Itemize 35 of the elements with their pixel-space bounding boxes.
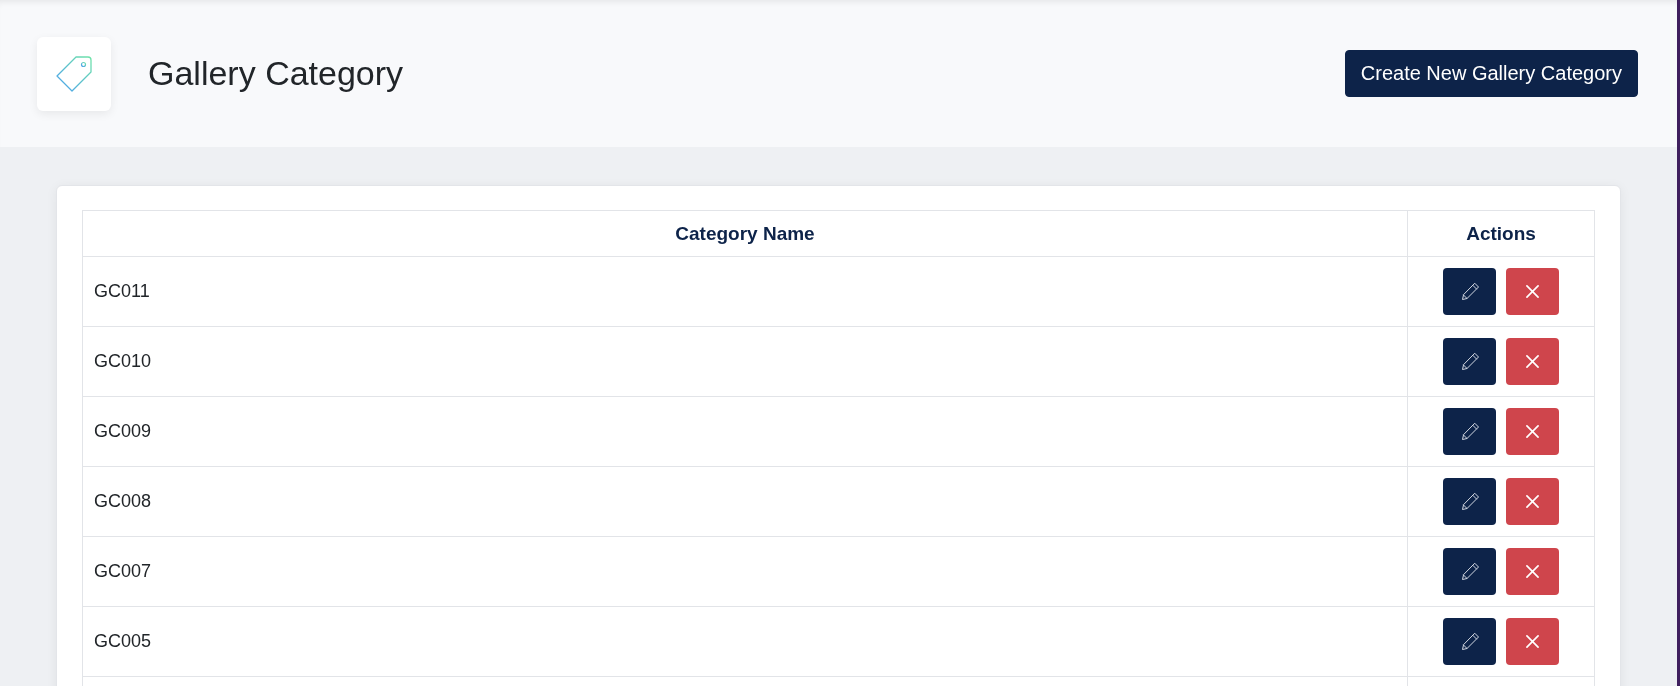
edit-button[interactable] <box>1443 268 1496 315</box>
table-cell: GC008 <box>82 466 1408 537</box>
delete-button[interactable] <box>1506 478 1559 525</box>
pencil-icon <box>1459 491 1480 512</box>
edit-button[interactable] <box>1443 478 1496 525</box>
pencil-icon <box>1459 631 1480 652</box>
column-header: Category Name <box>82 210 1408 257</box>
create-button[interactable]: Create New Gallery Category <box>1344 50 1638 97</box>
cross-icon <box>1526 565 1539 578</box>
page-title: Gallery Category <box>148 54 405 93</box>
edit-button[interactable] <box>1443 338 1496 385</box>
delete-button[interactable] <box>1506 408 1559 455</box>
pencil-icon <box>1459 281 1480 302</box>
pencil-icon <box>1459 561 1480 582</box>
cross-icon <box>1526 285 1539 298</box>
table-cell: GC005 <box>82 606 1408 677</box>
edit-button[interactable] <box>1443 618 1496 665</box>
cross-icon <box>1526 635 1539 648</box>
table-cell: GC009 <box>82 396 1408 467</box>
cross-icon <box>1526 425 1539 438</box>
delete-button[interactable] <box>1506 618 1559 665</box>
cross-icon <box>1526 355 1539 368</box>
cross-icon <box>1526 495 1539 508</box>
pencil-icon <box>1459 421 1480 442</box>
edit-button[interactable] <box>1443 408 1496 455</box>
table-cell: GC010 <box>82 326 1408 397</box>
column-header: Actions <box>1407 210 1595 257</box>
delete-button[interactable] <box>1506 548 1559 595</box>
table-cell: GC007 <box>82 536 1408 607</box>
pencil-icon <box>1459 351 1480 372</box>
table-cell: GC011 <box>82 256 1408 327</box>
delete-button[interactable] <box>1506 268 1559 315</box>
tag-icon <box>37 36 111 111</box>
delete-button[interactable] <box>1506 338 1559 385</box>
edit-button[interactable] <box>1443 548 1496 595</box>
